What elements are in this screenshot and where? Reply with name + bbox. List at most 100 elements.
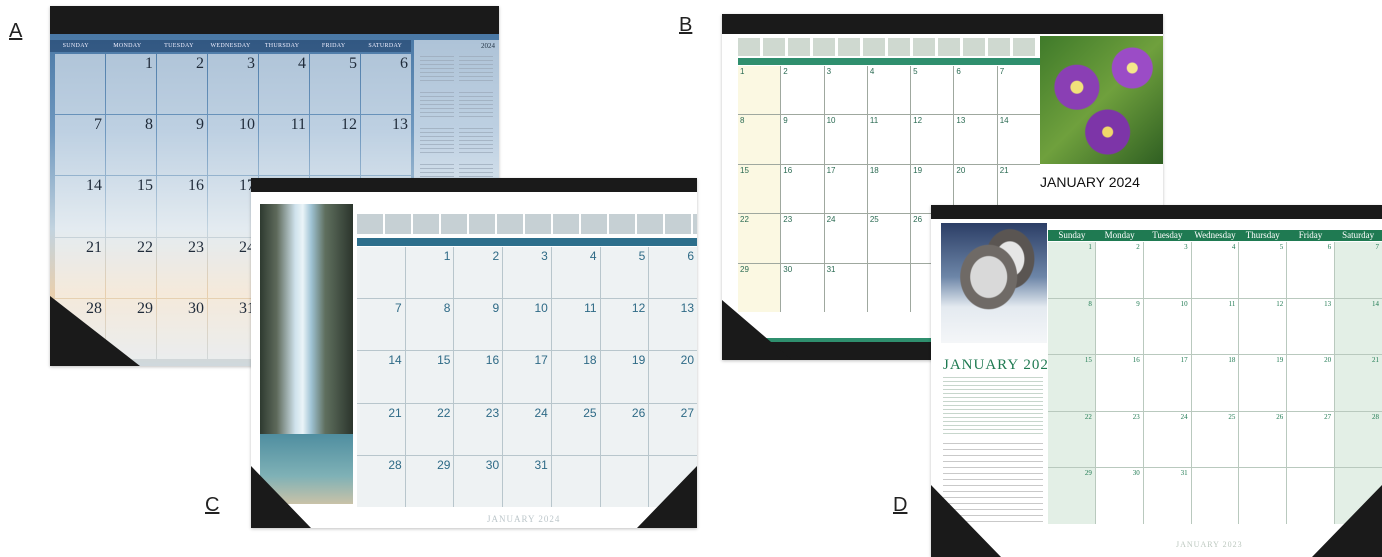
day-cell: 17 (503, 351, 551, 403)
day-cell: 1 (106, 54, 156, 115)
day-number: 30 (1132, 469, 1140, 478)
day-cell: 26 (600, 403, 649, 455)
day-number: 21 (388, 405, 402, 420)
day-cell: 20 (1287, 355, 1335, 411)
waterfall-photo (260, 204, 353, 504)
day-cell: 16 (1095, 355, 1143, 411)
day-number: 2 (783, 67, 788, 76)
day-number: 3 (541, 249, 548, 263)
day-header: Saturday (1342, 230, 1375, 240)
day-cell: 27 (649, 403, 697, 455)
day-cell: 3 (208, 54, 258, 115)
day-number: 31 (534, 457, 548, 472)
top-frame-bar (722, 14, 1163, 34)
mini-months-strip (357, 214, 697, 234)
day-cell: 9 (454, 299, 503, 351)
day-cell: 3 (824, 66, 867, 115)
day-header: Tuesday (1152, 230, 1183, 240)
day-cell: 10 (824, 115, 867, 164)
day-number: 10 (1180, 299, 1188, 308)
corner-holder (637, 466, 697, 528)
day-cell: 22 (405, 403, 454, 455)
day-number: 3 (247, 55, 255, 72)
day-number: 11 (869, 116, 879, 126)
day-number: 25 (1228, 412, 1236, 421)
day-number: 30 (783, 264, 793, 274)
corner-holder (50, 296, 140, 366)
day-number: 31 (1180, 469, 1188, 478)
day-cell: 7 (1335, 242, 1382, 298)
day-cell: 2 (157, 54, 207, 115)
day-cell: 5 (911, 66, 954, 115)
day-number: 22 (740, 215, 749, 225)
day-cell: 10 (503, 299, 551, 351)
day-cell: 9 (157, 115, 207, 176)
day-cell: 24 (824, 214, 867, 263)
day-cell: 14 (997, 115, 1040, 164)
day-cell: 2 (781, 66, 824, 115)
footer-month-title: JANUARY 2023 (1176, 540, 1243, 549)
day-number: 30 (188, 299, 204, 317)
day-number: 5 (1279, 243, 1284, 251)
day-number: 17 (1180, 356, 1188, 365)
day-number: 20 (1324, 356, 1332, 365)
day-cell: 3 (1143, 242, 1191, 298)
mini-months-block (943, 377, 1043, 437)
day-number: 30 (485, 457, 500, 472)
day-number: 20 (956, 165, 966, 175)
day-cell: 10 (1143, 298, 1191, 355)
day-number: 9 (492, 301, 500, 316)
day-cell: 30 (1095, 468, 1143, 524)
day-number: 15 (437, 353, 451, 368)
mini-month (420, 92, 454, 120)
day-cell: 14 (1335, 298, 1382, 355)
day-number: 7 (395, 301, 402, 316)
day-number: 7 (94, 116, 102, 134)
day-number: 13 (392, 116, 408, 134)
day-cell: 29 (405, 455, 454, 507)
day-header: Sunday (1058, 230, 1086, 240)
mini-month (420, 56, 454, 84)
day-number: 6 (400, 55, 408, 72)
day-number: 23 (188, 238, 204, 256)
day-number: 27 (680, 405, 694, 420)
day-cell: 13 (361, 115, 411, 176)
day-number: 5 (349, 55, 357, 72)
day-header-row: Sunday Monday Tuesday Wednesday Thursday Frid… (1048, 230, 1382, 241)
day-number: 29 (437, 457, 451, 472)
day-cell: 21 (357, 403, 405, 455)
day-number: 14 (388, 353, 402, 368)
year-label: 2024 (481, 42, 495, 50)
day-number: 6 (1327, 243, 1332, 251)
day-cell: 8 (405, 299, 454, 351)
day-number: 16 (188, 177, 204, 195)
husky-puppies-photo (941, 223, 1047, 343)
day-cell: 4 (551, 247, 600, 299)
day-cell (1191, 468, 1239, 524)
top-frame-bar (50, 6, 499, 34)
day-cell: 25 (551, 403, 600, 455)
day-cell: 10 (208, 115, 258, 176)
day-number: 27 (1324, 412, 1332, 421)
day-number: 21 (1372, 356, 1379, 365)
day-cell: 28 (1335, 411, 1382, 468)
day-number: 20 (680, 353, 694, 368)
day-cell: 4 (259, 54, 309, 115)
day-cell: 13 (954, 115, 997, 164)
desk-calendar-d: JANUARY 2024 Sunday Monday Tuesday Wednesda… (931, 205, 1382, 557)
day-cell: 30 (454, 455, 503, 507)
day-number: 13 (956, 116, 966, 126)
day-cell: 15 (106, 176, 156, 237)
day-cell: 8 (1048, 298, 1095, 355)
day-cell: 2 (1095, 242, 1143, 298)
day-cell: 27 (1287, 411, 1335, 468)
day-header: Monday (1104, 230, 1135, 240)
flower-photo (1040, 36, 1163, 164)
day-cell: 14 (357, 351, 405, 403)
month-title: JANUARY 2024 (1040, 174, 1140, 190)
label-d: D (893, 494, 908, 516)
day-cell (867, 263, 911, 312)
day-cell: 12 (1239, 298, 1287, 355)
day-number: 2 (492, 249, 500, 263)
day-header: SUNDAY (62, 43, 89, 49)
